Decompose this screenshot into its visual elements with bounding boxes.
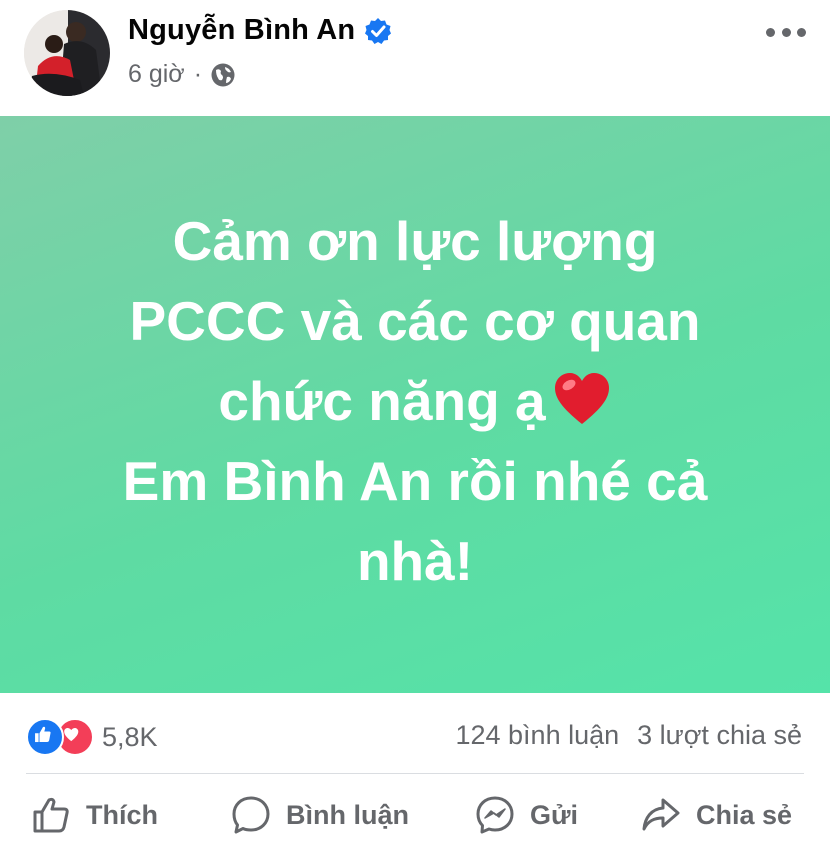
comment-label: Bình luận	[286, 799, 409, 830]
post-text-line: Em Bình An rồi nhé cả	[122, 449, 708, 512]
shares-count[interactable]: 3 lượt chia sẻ	[637, 720, 802, 751]
messenger-icon	[476, 796, 514, 834]
post-header: Nguyễn Bình An 6 giờ ·	[0, 0, 830, 116]
post-actions: Thích Bình luận Gửi Chia sẻ	[0, 780, 830, 851]
share-button[interactable]: Chia sẻ	[640, 794, 792, 836]
post-text-line: chức năng ạ	[218, 369, 546, 432]
share-arrow-icon	[642, 798, 680, 831]
post-background[interactable]: Cảm ơn lực lượng PCCC và các cơ quan chứ…	[0, 116, 830, 693]
thumbs-up-icon	[33, 797, 69, 833]
share-label: Chia sẻ	[696, 799, 793, 830]
more-dot	[781, 27, 791, 37]
like-reaction-icon	[26, 718, 64, 756]
more-dot	[797, 27, 806, 37]
like-label: Thích	[86, 799, 158, 830]
post-text-line: Cảm ơn lực lượng	[172, 209, 658, 272]
post-stats: 5,8K 124 bình luận 3 lượt chia sẻ	[0, 694, 830, 774]
author-row: Nguyễn Bình An	[128, 14, 392, 47]
send-label: Gửi	[530, 799, 579, 830]
avatar[interactable]	[24, 10, 110, 96]
divider	[26, 773, 804, 774]
send-button[interactable]: Gửi	[474, 794, 578, 836]
reaction-count: 5,8K	[102, 721, 158, 752]
meta-separator: ·	[193, 60, 203, 88]
more-options-icon[interactable]	[766, 22, 806, 42]
post-time[interactable]: 6 giờ	[128, 60, 185, 89]
post-text: Cảm ơn lực lượng PCCC và các cơ quan chứ…	[123, 201, 708, 601]
comment-button[interactable]: Bình luận	[230, 794, 409, 836]
engagement-counts: 124 bình luận 3 lượt chia sẻ	[455, 720, 802, 751]
post-text-line: nhà!	[356, 529, 474, 592]
post-meta: 6 giờ ·	[128, 60, 236, 89]
post-text-line: PCCC và các cơ quan	[129, 289, 701, 352]
author-name[interactable]: Nguyễn Bình An	[128, 14, 355, 47]
like-button[interactable]: Thích	[30, 794, 158, 836]
comments-count[interactable]: 124 bình luận	[455, 720, 619, 751]
heart-emoji	[552, 370, 612, 430]
reactions-summary[interactable]: 5,8K	[26, 718, 158, 756]
more-dot	[766, 27, 775, 37]
comment-icon	[232, 796, 270, 834]
post-text-line-with-emoji: chức năng ạ	[123, 361, 708, 441]
globe-icon	[210, 62, 236, 88]
verified-badge-icon	[364, 17, 392, 45]
